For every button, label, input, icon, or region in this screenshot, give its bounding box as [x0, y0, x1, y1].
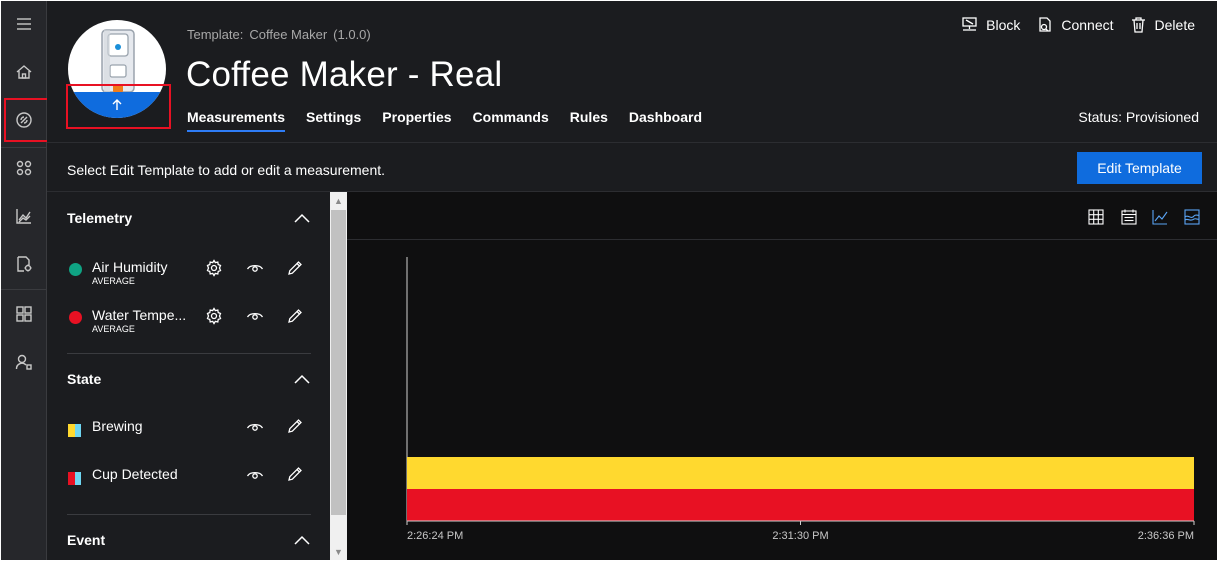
state-color-swatch [68, 424, 81, 437]
connect-icon [1039, 17, 1052, 32]
block-button[interactable]: Block [961, 16, 1020, 33]
scroll-up-arrow-icon[interactable]: ▲ [330, 192, 347, 209]
gear-icon[interactable] [204, 306, 224, 326]
home-icon[interactable] [7, 55, 41, 89]
section-divider [67, 353, 311, 354]
chart-toolbar [347, 192, 1217, 240]
info-message: Select Edit Template to add or edit a me… [67, 162, 386, 178]
highlight-box-image [66, 84, 171, 129]
eye-icon[interactable] [245, 258, 265, 278]
state-color-swatch [68, 472, 81, 485]
line-chart-icon[interactable] [1151, 208, 1171, 228]
scroll-thumb[interactable] [331, 210, 346, 515]
tab-commands[interactable]: Commands [473, 109, 549, 132]
chevron-up-icon[interactable] [293, 534, 311, 546]
scroll-down-arrow-icon[interactable]: ▼ [330, 543, 347, 560]
connect-label: Connect [1061, 16, 1114, 33]
measurements-panel: Telemetry Air Humidity AVERAGE Water Tem… [47, 192, 330, 560]
section-divider [67, 514, 311, 515]
page-title: Coffee Maker - Real [186, 55, 503, 94]
template-name[interactable]: Coffee Maker [249, 27, 327, 42]
x-tick-label: 2:26:24 PM [407, 530, 463, 542]
measurement-row-cup-detected: Cup Detected [67, 464, 311, 504]
event-section-header[interactable]: Event [67, 532, 311, 548]
measurement-aggregate: AVERAGE [92, 324, 135, 334]
state-title: State [67, 371, 102, 387]
apps-icon[interactable] [7, 151, 41, 185]
info-bar: Select Edit Template to add or edit a me… [47, 142, 1217, 192]
tab-bar: Measurements Settings Properties Command… [187, 109, 723, 132]
chart-area: 2:26:24 PM 2:31:30 PM 2:36:36 PM [347, 192, 1217, 560]
device-header: Template: Coffee Maker (1.0.0) Coffee Make… [47, 1, 1217, 142]
eye-icon[interactable] [245, 306, 265, 326]
block-icon [962, 17, 977, 31]
gear-icon[interactable] [204, 258, 224, 278]
panel-scrollbar[interactable]: ▲ ▼ [330, 192, 347, 560]
grid-view-icon[interactable] [1087, 208, 1107, 228]
pencil-icon[interactable] [285, 258, 305, 278]
highlight-box-nav [4, 98, 49, 142]
rail-divider [1, 147, 47, 148]
measurement-name: Cup Detected [92, 466, 178, 482]
template-version: (1.0.0) [333, 27, 371, 42]
chevron-up-icon[interactable] [293, 212, 311, 224]
series-color-dot [69, 263, 82, 276]
device-actions: Block Connect Delete [945, 16, 1195, 33]
template-label: Template: [187, 27, 244, 42]
tab-rules[interactable]: Rules [570, 109, 608, 132]
measurement-row-brewing: Brewing [67, 416, 311, 456]
app-window: Template: Coffee Maker (1.0.0) Coffee Make… [1, 1, 1217, 560]
analytics-icon[interactable] [7, 199, 41, 233]
calendar-icon[interactable] [1120, 208, 1140, 228]
telemetry-title: Telemetry [67, 210, 133, 226]
tab-properties[interactable]: Properties [382, 109, 451, 132]
state-section-header[interactable]: State [67, 371, 311, 387]
state-band-brewing [407, 457, 1194, 489]
pencil-icon[interactable] [285, 464, 305, 484]
measurement-row-water-temperature: Water Tempe... AVERAGE [67, 302, 311, 342]
event-title: Event [67, 532, 106, 548]
status-text: Status: Provisioned [1078, 109, 1199, 125]
measurement-name: Brewing [92, 418, 143, 434]
x-tick-label: 2:36:36 PM [1138, 530, 1194, 542]
state-band-cup-detected [407, 489, 1194, 521]
hamburger-icon[interactable] [7, 7, 41, 41]
tab-settings[interactable]: Settings [306, 109, 361, 132]
tab-dashboard[interactable]: Dashboard [629, 109, 702, 132]
measurement-row-air-humidity: Air Humidity AVERAGE [67, 254, 311, 294]
template-info: Template: Coffee Maker (1.0.0) [187, 27, 377, 42]
area-chart-icon[interactable] [1183, 208, 1203, 228]
block-label: Block [986, 16, 1021, 33]
connect-button[interactable]: Connect [1036, 16, 1114, 33]
x-tick-label: 2:31:30 PM [772, 530, 828, 542]
telemetry-section-header[interactable]: Telemetry [67, 210, 311, 226]
measurement-name: Water Tempe... [92, 307, 187, 323]
series-color-dot [69, 311, 82, 324]
measurement-name: Air Humidity [92, 259, 168, 275]
delete-label: Delete [1154, 16, 1195, 33]
eye-icon[interactable] [245, 465, 265, 485]
chevron-up-icon[interactable] [293, 373, 311, 385]
dashboard-icon[interactable] [7, 297, 41, 331]
user-admin-icon[interactable] [7, 345, 41, 379]
edit-template-button[interactable]: Edit Template [1077, 152, 1202, 184]
state-timeline-chart: 2:26:24 PM 2:31:30 PM 2:36:36 PM [406, 257, 1195, 542]
jobs-icon[interactable] [7, 247, 41, 281]
left-nav-rail [1, 1, 49, 560]
delete-button[interactable]: Delete [1130, 16, 1195, 33]
tab-measurements[interactable]: Measurements [187, 109, 286, 132]
pencil-icon[interactable] [285, 306, 305, 326]
eye-icon[interactable] [245, 417, 265, 437]
measurement-aggregate: AVERAGE [92, 276, 135, 286]
rail-divider [1, 289, 47, 290]
pencil-icon[interactable] [285, 416, 305, 436]
delete-icon [1131, 17, 1145, 33]
